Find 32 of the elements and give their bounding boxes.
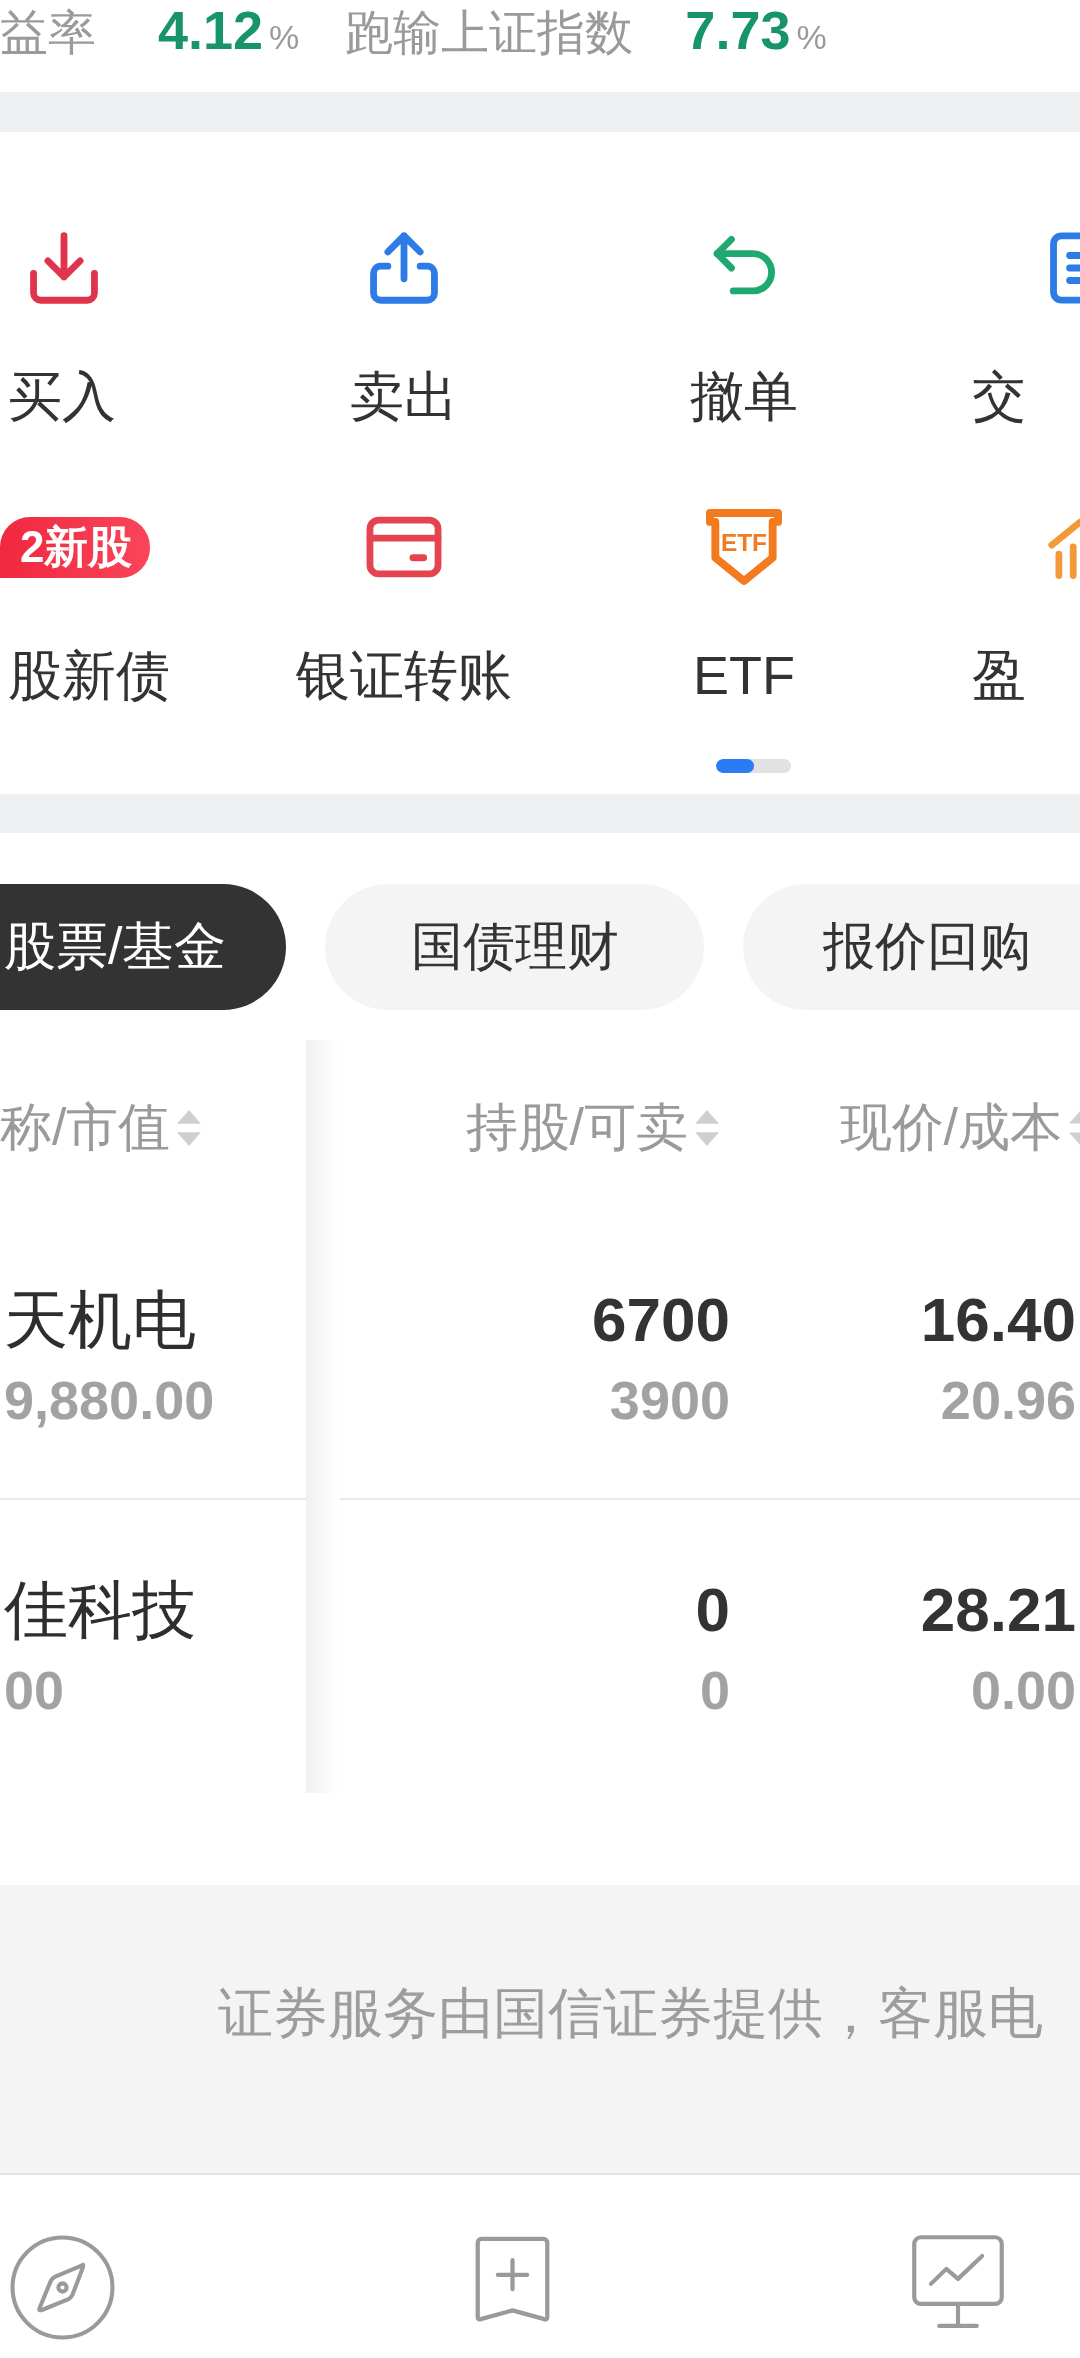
benchmark-value: 7.73 — [685, 2, 791, 58]
market-value: 00 — [4, 1658, 65, 1722]
shares-held: 6700 — [592, 1283, 730, 1356]
percent-sign: % — [796, 17, 827, 58]
category-tab[interactable]: 股票/基金 — [0, 884, 287, 1010]
current-price: 28.21 — [920, 1573, 1076, 1646]
shares-sellable: 0 — [699, 1658, 730, 1722]
compass-icon[interactable] — [8, 2233, 117, 2342]
shares-held: 0 — [695, 1573, 730, 1646]
percent-sign: % — [269, 17, 300, 58]
service-notice: 证券服务由国信证券提供，客服电 — [218, 1985, 1043, 2041]
shortcut-label[interactable]: 交 — [972, 366, 1026, 426]
shortcut-label[interactable]: 股新债 — [8, 645, 170, 705]
stock-name: 佳科技 — [4, 1572, 196, 1648]
shortcut-label[interactable]: 买入 — [8, 366, 116, 426]
benchmark-label: 跑输上证指数 — [345, 5, 634, 61]
shortcut-label[interactable]: 盈 — [972, 645, 1026, 705]
new-stock-badge: 2新股 — [0, 516, 151, 578]
yield-label: 益率 — [0, 5, 96, 61]
shortcut-label[interactable]: ETF — [693, 645, 795, 705]
shortcut-label[interactable]: 撤单 — [690, 366, 798, 426]
shortcut-label[interactable]: 银证转账 — [296, 645, 512, 705]
cost-price: 0.00 — [970, 1658, 1076, 1722]
market-value: 9,880.00 — [4, 1368, 215, 1432]
cost-price: 20.96 — [940, 1368, 1076, 1432]
shares-sellable: 3900 — [609, 1368, 730, 1432]
current-price: 16.40 — [920, 1283, 1076, 1356]
category-tab[interactable]: 报价回购 — [743, 884, 1080, 1010]
shortcut-label[interactable]: 卖出 — [350, 366, 458, 426]
category-tab[interactable]: 国债理财 — [325, 884, 705, 1010]
yield-value: 4.12 — [158, 2, 264, 58]
stock-name: 天机电 — [4, 1282, 196, 1358]
